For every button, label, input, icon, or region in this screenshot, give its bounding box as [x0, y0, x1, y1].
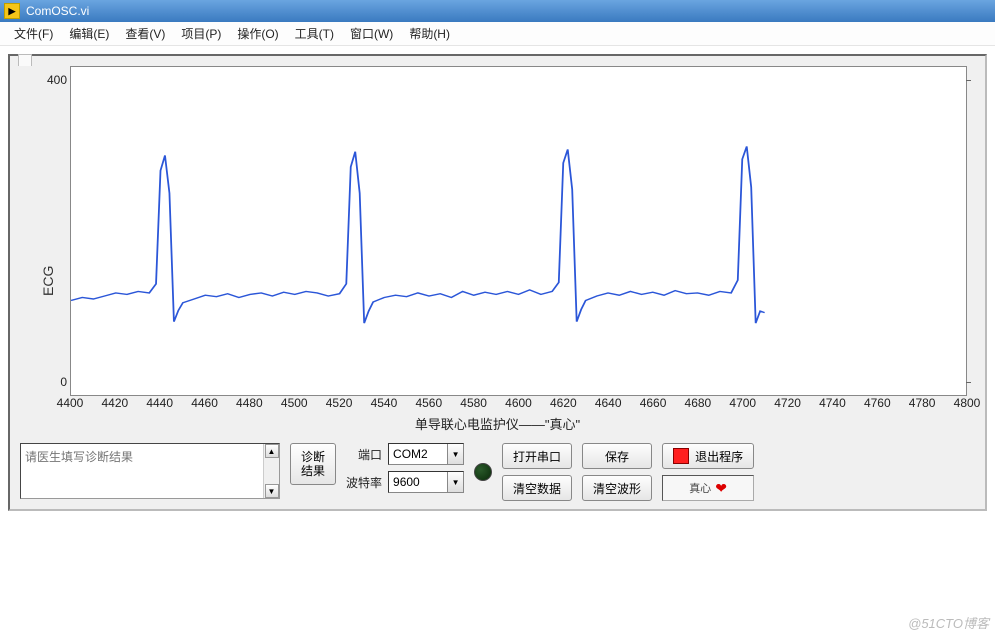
diag-result-button[interactable]: 诊断 结果	[290, 443, 336, 485]
clear-wave-button[interactable]: 清空波形	[582, 475, 652, 501]
window-title: ComOSC.vi	[26, 4, 89, 18]
x-tick: 4420	[101, 396, 128, 410]
diagnosis-input[interactable]	[21, 444, 263, 498]
menu-operate[interactable]: 操作(O)	[229, 22, 286, 45]
menu-edit[interactable]: 编辑(E)	[61, 22, 117, 45]
menu-view[interactable]: 查看(V)	[117, 22, 173, 45]
stop-icon	[673, 448, 689, 464]
menubar: 文件(F) 编辑(E) 查看(V) 项目(P) 操作(O) 工具(T) 窗口(W…	[0, 22, 995, 46]
clear-data-button[interactable]: 清空数据	[502, 475, 572, 501]
x-tick: 4400	[57, 396, 84, 410]
x-tick: 4440	[146, 396, 173, 410]
menu-project[interactable]: 项目(P)	[173, 22, 229, 45]
diagnosis-box: ▲ ▼	[20, 443, 280, 499]
x-tick: 4460	[191, 396, 218, 410]
x-tick: 4560	[415, 396, 442, 410]
menu-tools[interactable]: 工具(T)	[287, 22, 342, 45]
y-tick-max: 400	[31, 73, 71, 87]
menu-file[interactable]: 文件(F)	[6, 22, 61, 45]
watermark: @51CTO博客	[908, 613, 989, 632]
baud-value[interactable]	[389, 472, 447, 492]
scroll-up-icon[interactable]: ▲	[265, 444, 279, 458]
y-tick-min: 0	[31, 375, 71, 389]
chevron-down-icon[interactable]: ▼	[447, 444, 463, 464]
port-value[interactable]	[389, 444, 447, 464]
scroll-down-icon[interactable]: ▼	[265, 484, 279, 498]
x-axis-ticks: 4400442044404460448045004520454045604580…	[70, 396, 967, 412]
chart-title: 单导联心电监护仪——"真心"	[20, 414, 975, 433]
exit-label: 退出程序	[695, 448, 743, 465]
x-tick: 4680	[685, 396, 712, 410]
x-tick: 4620	[550, 396, 577, 410]
x-tick: 4540	[371, 396, 398, 410]
x-tick: 4640	[595, 396, 622, 410]
heart-icon: ❤	[715, 480, 727, 497]
titlebar: ▶ ComOSC.vi	[0, 0, 995, 22]
baud-label: 波特率	[346, 474, 382, 491]
x-tick: 4720	[774, 396, 801, 410]
exit-button[interactable]: 退出程序	[662, 443, 754, 469]
x-tick: 4780	[909, 396, 936, 410]
chevron-down-icon[interactable]: ▼	[447, 472, 463, 492]
port-combo[interactable]: ▼	[388, 443, 464, 465]
x-tick: 4500	[281, 396, 308, 410]
x-tick: 4800	[954, 396, 981, 410]
menu-window[interactable]: 窗口(W)	[342, 22, 401, 45]
menu-help[interactable]: 帮助(H)	[401, 22, 458, 45]
port-label: 端口	[346, 446, 382, 463]
ecg-trace	[71, 67, 966, 395]
open-port-button[interactable]: 打开串口	[502, 443, 572, 469]
x-tick: 4700	[729, 396, 756, 410]
logo-text: 真心	[689, 480, 711, 496]
x-tick: 4740	[819, 396, 846, 410]
labview-icon: ▶	[4, 3, 20, 19]
x-tick: 4580	[460, 396, 487, 410]
frame-tab	[18, 54, 32, 66]
x-tick: 4520	[326, 396, 353, 410]
save-button[interactable]: 保存	[582, 443, 652, 469]
diagnosis-scrollbar[interactable]: ▲ ▼	[263, 444, 279, 498]
x-tick: 4760	[864, 396, 891, 410]
logo-badge: 真心 ❤	[662, 475, 754, 501]
serial-settings: 端口 ▼ 波特率 ▼	[346, 443, 464, 493]
x-tick: 4660	[640, 396, 667, 410]
main-frame: ECG 400 0 4400 4420 4440 4460 4480 4500 4520 45…	[8, 54, 987, 511]
status-led	[474, 463, 492, 481]
x-tick: 4480	[236, 396, 263, 410]
ecg-chart[interactable]: 400 0	[70, 66, 967, 396]
baud-combo[interactable]: ▼	[388, 471, 464, 493]
x-tick: 4600	[505, 396, 532, 410]
y-axis-label: ECG	[40, 266, 56, 296]
